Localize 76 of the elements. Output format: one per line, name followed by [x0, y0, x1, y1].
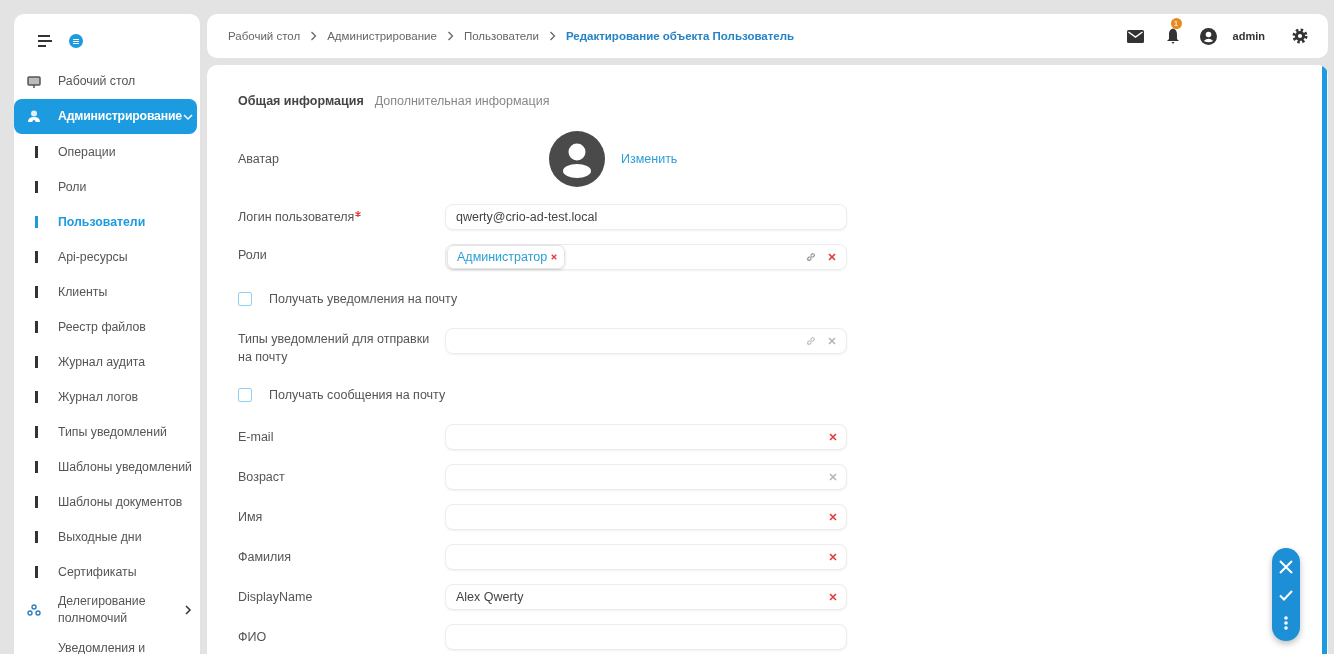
clear-icon[interactable]	[829, 553, 837, 561]
field-label: DisplayName	[238, 589, 314, 606]
form-tab[interactable]: Общая информация	[238, 93, 364, 109]
nodes-icon	[27, 604, 41, 616]
menu-icon[interactable]	[38, 35, 52, 47]
clear-icon[interactable]	[829, 513, 837, 521]
field-label: ФИО	[238, 629, 268, 646]
logo-icon	[69, 34, 83, 48]
avatar-icon	[549, 131, 605, 187]
sidebar-subitem[interactable]: Выходные дни	[14, 519, 200, 554]
sidebar-item[interactable]: Уведомления и	[14, 631, 197, 654]
field-label: Логин пользователя	[238, 204, 445, 226]
link-icon[interactable]	[805, 251, 817, 263]
checkbox-label: Получать сообщения на почту	[269, 388, 446, 402]
sidebar-subitem[interactable]: Журнал логов	[14, 379, 200, 414]
person-icon	[28, 109, 40, 124]
sidebar-subitem[interactable]: Операции	[14, 134, 200, 169]
field-label: Роли	[238, 247, 268, 264]
clear-icon[interactable]	[828, 253, 836, 261]
more-button[interactable]	[1284, 615, 1288, 630]
checkbox[interactable]	[238, 388, 252, 402]
text-field[interactable]	[445, 464, 847, 490]
sidebar-subitem[interactable]: Сертификаты	[14, 554, 200, 589]
field-label: Фамилия	[238, 549, 293, 566]
chevron-down-icon	[183, 111, 193, 122]
close-button[interactable]	[1278, 559, 1294, 576]
sidebar-subitem[interactable]: Шаблоны документов	[14, 484, 200, 519]
chevron-right-icon	[183, 605, 193, 615]
sidebar-subitem[interactable]: Роли	[14, 169, 200, 204]
text-field[interactable]	[445, 424, 847, 450]
field-label: E-mail	[238, 429, 275, 446]
bell-icon[interactable]	[1165, 28, 1180, 44]
sidebar-item[interactable]: Рабочий стол	[14, 64, 197, 99]
field-label: Аватар	[238, 151, 280, 168]
clear-icon[interactable]	[829, 593, 837, 601]
breadcrumb-link[interactable]: Редактирование объекта Пользователь	[565, 30, 795, 42]
text-field[interactable]	[445, 504, 847, 530]
clear-icon[interactable]	[829, 473, 837, 481]
required-icon	[355, 211, 362, 217]
text-field[interactable]: Alex Qwerty	[445, 584, 847, 610]
breadcrumb-link[interactable]: Администрирование	[327, 30, 437, 42]
checkbox[interactable]	[238, 292, 252, 306]
checkbox-label: Получать уведомления на почту	[269, 292, 458, 306]
field-label: Типы уведомлений для отправки на почту	[238, 331, 431, 366]
user-name[interactable]: admin	[1232, 30, 1265, 42]
tags-field[interactable]	[445, 328, 847, 354]
sidebar-subitem[interactable]: Api-ресурсы	[14, 239, 200, 274]
sidebar-subitem[interactable]: Реестр файлов	[14, 309, 200, 344]
sidebar-subitem[interactable]: Клиенты	[14, 274, 200, 309]
chevron-right-icon	[310, 31, 318, 41]
sidebar-subitem[interactable]: Журнал аудита	[14, 344, 200, 379]
text-field[interactable]	[445, 544, 847, 570]
more-icon	[1284, 615, 1288, 630]
close-icon	[1278, 559, 1294, 576]
mail-icon[interactable]	[1126, 29, 1144, 43]
settings-icon[interactable]	[1292, 28, 1308, 44]
confirm-button[interactable]	[1279, 590, 1293, 601]
text-field[interactable]: qwerty@crio-ad-test.local	[445, 204, 847, 230]
field-label: Возраст	[238, 469, 286, 486]
chevron-right-icon	[446, 31, 454, 41]
form-tab[interactable]: Дополнительная информация	[374, 93, 550, 109]
notification-badge: 1	[1170, 18, 1182, 29]
sidebar-subitem[interactable]: Шаблоны уведомлений	[14, 449, 200, 484]
chevron-right-icon	[548, 31, 556, 41]
field-label: Имя	[238, 509, 264, 526]
clear-icon[interactable]	[829, 433, 837, 441]
remove-icon[interactable]	[551, 254, 558, 260]
check-icon	[1279, 590, 1293, 601]
breadcrumb-link[interactable]: Рабочий стол	[228, 30, 301, 42]
clear-icon[interactable]	[828, 337, 836, 345]
monitor-icon	[27, 75, 41, 88]
sidebar-item[interactable]: Делегирование полномочий	[14, 589, 197, 631]
user-icon[interactable]	[1199, 27, 1217, 45]
sidebar-subitem[interactable]: Типы уведомлений	[14, 414, 200, 449]
breadcrumb-link[interactable]: Пользователи	[463, 30, 539, 42]
scrollbar-thumb[interactable]	[1322, 65, 1327, 654]
